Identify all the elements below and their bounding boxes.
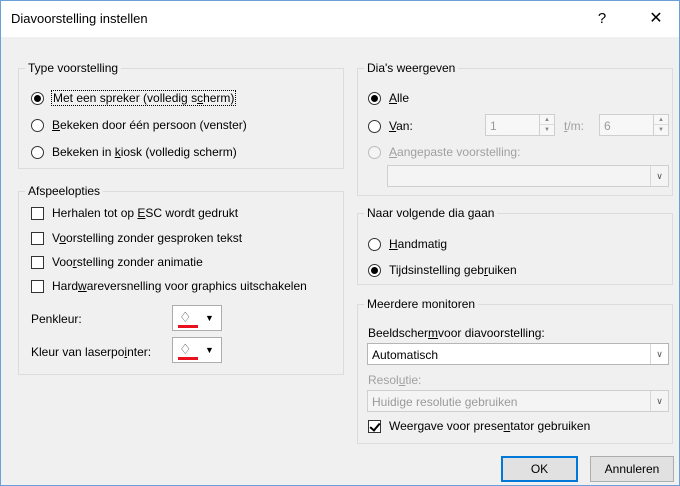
radio-presenter-label: Met een spreker (volledig scherm) (50, 90, 237, 106)
radio-manual-label: Handmatig (389, 237, 448, 251)
pen-color-button[interactable]: ♢ ▼ (172, 305, 222, 331)
checkbox-presenter-view[interactable]: Weergave voor presentator gebruiken (368, 419, 590, 433)
radio-all-slides-label: Alle (389, 91, 410, 105)
radio-use-timings-label: Tijdsinstelling gebruiken (389, 263, 517, 277)
checkbox-presenter-view-label: Weergave voor presentator gebruiken (389, 419, 591, 433)
from-slide-value: 1 (490, 119, 497, 133)
screen-value: Automatisch (372, 348, 439, 362)
spin-up-icon[interactable]: ▲ (654, 115, 668, 125)
checkbox-loop[interactable]: Herhalen tot op ESC wordt gedrukt (31, 206, 238, 220)
radio-all-slides[interactable]: Alle (368, 91, 409, 105)
close-button[interactable]: ✕ (641, 5, 671, 33)
title-bar: Diavoorstelling instellen ? ✕ (1, 1, 679, 37)
radio-presenter[interactable]: Met een spreker (volledig scherm) (31, 90, 237, 106)
radio-individual-label: Bekeken door één persoon (venster) (52, 118, 247, 132)
paint-bucket-icon: ♢ (179, 309, 192, 325)
radio-custom-show-button[interactable] (368, 145, 381, 159)
laser-color-label: Kleur van laserpo i nter: (31, 345, 152, 359)
radio-kiosk-button[interactable] (31, 145, 44, 159)
resolution-value: Huidige resolutie gebruiken (372, 395, 518, 409)
checkbox-hw-accel-box[interactable] (31, 279, 44, 293)
laser-color-button[interactable]: ♢ ▼ (172, 337, 222, 363)
to-slide-label: t/m: (564, 119, 585, 133)
dropdown-arrow-icon: ▼ (205, 345, 214, 355)
resolution-label: Resol u tie: (368, 373, 422, 387)
radio-all-slides-button[interactable] (368, 91, 381, 105)
chevron-down-icon[interactable]: ∨ (650, 166, 668, 186)
radio-from-slides[interactable]: Van: (368, 119, 413, 133)
pen-color-swatch (178, 325, 198, 328)
to-slide-arrows[interactable]: ▲ ▼ (653, 115, 668, 135)
checkbox-hw-accel[interactable]: Hardwareversnelling voor graphics uitsch… (31, 279, 307, 293)
chevron-down-icon[interactable]: ∨ (650, 344, 668, 364)
radio-kiosk-label: Bekeken in kiosk (volledig scherm) (52, 145, 237, 159)
spin-up-icon[interactable]: ▲ (540, 115, 554, 125)
radio-custom-show[interactable]: Aangepaste voorstelling: (368, 145, 520, 159)
radio-from-slides-label: Van: (389, 119, 413, 133)
radio-individual[interactable]: Bekeken door één persoon (venster) (31, 118, 247, 132)
from-slide-spinner[interactable]: 1 ▲ ▼ (485, 114, 555, 136)
radio-manual[interactable]: Handmatig (368, 237, 447, 251)
checkbox-no-narration[interactable]: Voorstelling zonder gesproken tekst (31, 231, 242, 245)
ok-button[interactable]: OK (501, 456, 578, 482)
paint-bucket-icon: ♢ (179, 341, 192, 357)
pen-color-label: Penkleur: (31, 312, 82, 326)
radio-custom-show-label: Aangepaste voorstelling: (389, 145, 521, 159)
checkbox-loop-box[interactable] (31, 206, 44, 220)
radio-use-timings-button[interactable] (368, 263, 381, 277)
slides-title: Dia's weergeven (364, 61, 459, 75)
checkbox-loop-label: Herhalen tot op ESC wordt gedrukt (52, 206, 239, 220)
spin-down-icon[interactable]: ▼ (540, 125, 554, 135)
to-slide-spinner[interactable]: 6 ▲ ▼ (599, 114, 669, 136)
dropdown-arrow-icon: ▼ (205, 313, 214, 323)
radio-kiosk[interactable]: Bekeken in kiosk (volledig scherm) (31, 145, 237, 159)
radio-from-slides-button[interactable] (368, 119, 381, 133)
radio-use-timings[interactable]: Tijdsinstelling gebruiken (368, 263, 517, 277)
checkbox-hw-accel-label: Hardwareversnelling voor graphics uitsch… (52, 279, 307, 293)
checkbox-no-narration-label: Voorstelling zonder gesproken tekst (52, 231, 243, 245)
custom-show-select[interactable]: ∨ (387, 165, 669, 187)
monitors-title: Meerdere monitoren (364, 297, 479, 311)
checkbox-no-animation-label: Voorstelling zonder animatie (52, 255, 203, 269)
radio-individual-button[interactable] (31, 118, 44, 132)
from-slide-arrows[interactable]: ▲ ▼ (539, 115, 554, 135)
show-type-title: Type voorstelling (25, 61, 122, 75)
radio-manual-button[interactable] (368, 237, 381, 251)
laser-color-swatch (178, 357, 198, 360)
checkbox-no-animation-box[interactable] (31, 255, 44, 269)
dialog-title: Diavoorstelling instellen (11, 11, 148, 26)
checkbox-no-animation[interactable]: Voorstelling zonder animatie (31, 255, 203, 269)
help-button[interactable]: ? (587, 5, 617, 33)
radio-presenter-button[interactable] (31, 91, 44, 105)
checkbox-no-narration-box[interactable] (31, 231, 44, 245)
advance-title: Naar volgende dia gaan (364, 206, 498, 220)
screen-select[interactable]: Automatisch ∨ (367, 343, 669, 365)
chevron-down-icon[interactable]: ∨ (650, 391, 668, 411)
checkbox-presenter-view-box[interactable] (368, 419, 381, 433)
screen-label: Beeldscher m voor diavoorstelling: (368, 326, 545, 340)
cancel-button[interactable]: Annuleren (590, 456, 674, 482)
spin-down-icon[interactable]: ▼ (654, 125, 668, 135)
resolution-select[interactable]: Huidige resolutie gebruiken ∨ (367, 390, 669, 412)
dialog-window: Diavoorstelling instellen ? ✕ Type voors… (0, 0, 680, 486)
to-slide-value: 6 (604, 119, 611, 133)
playback-title: Afspeelopties (25, 184, 104, 198)
